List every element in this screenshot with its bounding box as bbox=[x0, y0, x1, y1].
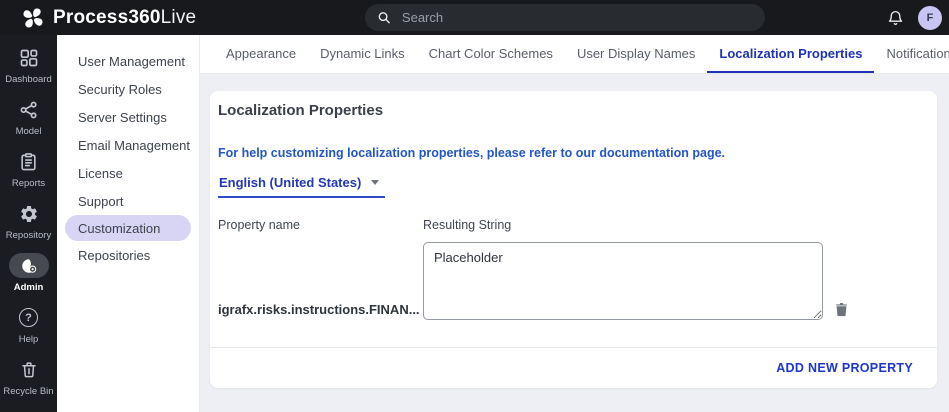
language-selector[interactable]: English (United States) bbox=[218, 175, 385, 198]
add-new-property-button[interactable]: ADD NEW PROPERTY bbox=[776, 361, 913, 375]
dashboard-icon bbox=[19, 48, 39, 68]
brand-name: Process360Live bbox=[53, 7, 196, 29]
sidebar-item-label: Help bbox=[19, 334, 39, 345]
submenu-item-customization[interactable]: Customization bbox=[65, 215, 191, 241]
sidebar-item-admin[interactable]: Admin bbox=[0, 253, 57, 293]
tab-appearance[interactable]: Appearance bbox=[214, 35, 308, 73]
search-icon bbox=[377, 10, 391, 25]
sidebar-item-dashboard[interactable]: Dashboard bbox=[0, 45, 57, 85]
page-title: Localization Properties bbox=[218, 102, 917, 119]
trash-icon bbox=[835, 302, 848, 317]
language-selector-value: English (United States) bbox=[219, 175, 361, 190]
submenu-item-repositories[interactable]: Repositories bbox=[57, 241, 199, 269]
admin-submenu: User Management Security Roles Server Se… bbox=[57, 35, 200, 412]
documentation-help-link[interactable]: For help customizing localization proper… bbox=[218, 146, 917, 160]
localization-properties-card: Localization Properties For help customi… bbox=[210, 91, 937, 388]
delete-property-button[interactable] bbox=[835, 302, 848, 317]
reports-icon bbox=[19, 152, 38, 172]
sidebar-item-label: Dashboard bbox=[5, 74, 51, 85]
submenu-item-support[interactable]: Support bbox=[57, 187, 199, 215]
sidebar-item-reports[interactable]: Reports bbox=[0, 149, 57, 189]
sidebar-item-label: Repository bbox=[6, 230, 51, 241]
brand-logo[interactable]: Process360Live bbox=[0, 5, 196, 31]
sidebar-item-label: Model bbox=[16, 126, 42, 137]
tab-chart-color-schemes[interactable]: Chart Color Schemes bbox=[417, 35, 565, 73]
column-header-property-name: Property name bbox=[218, 218, 423, 232]
property-row: igrafx.risks.instructions.FINAN... Place… bbox=[218, 242, 917, 320]
tab-notifications[interactable]: Notifications bbox=[874, 35, 949, 73]
sidebar-item-model[interactable]: Model bbox=[0, 97, 57, 137]
sidebar-item-label: Admin bbox=[14, 282, 44, 293]
sidebar-item-repository[interactable]: Repository bbox=[0, 201, 57, 241]
tab-user-display-names[interactable]: User Display Names bbox=[565, 35, 707, 73]
admin-icon bbox=[20, 257, 38, 275]
submenu-item-security-roles[interactable]: Security Roles bbox=[57, 75, 199, 103]
card-footer: ADD NEW PROPERTY bbox=[210, 347, 937, 388]
user-avatar[interactable]: F bbox=[918, 6, 942, 30]
resulting-string-textarea[interactable]: Placeholder bbox=[423, 242, 823, 320]
property-table-header: Property name Resulting String bbox=[218, 218, 917, 232]
app-window: Process360Live F bbox=[0, 0, 949, 412]
tab-dynamic-links[interactable]: Dynamic Links bbox=[308, 35, 417, 73]
sidebar-item-recycle-bin[interactable]: Recycle Bin bbox=[0, 357, 57, 397]
notification-bell-icon[interactable] bbox=[887, 9, 904, 27]
submenu-item-email-management[interactable]: Email Management bbox=[57, 131, 199, 159]
primary-sidebar: Dashboard Model bbox=[0, 35, 57, 412]
topbar-actions: F bbox=[887, 6, 949, 30]
property-name-label: igrafx.risks.instructions.FINAN... bbox=[218, 302, 423, 320]
process360-logo-icon bbox=[20, 5, 46, 31]
column-header-resulting-string: Resulting String bbox=[423, 218, 511, 232]
main-content: Appearance Dynamic Links Chart Color Sch… bbox=[200, 35, 949, 412]
brand-name-light: Live bbox=[161, 7, 197, 28]
global-search[interactable] bbox=[365, 4, 765, 31]
customization-tabs: Appearance Dynamic Links Chart Color Sch… bbox=[200, 35, 949, 74]
submenu-item-user-management[interactable]: User Management bbox=[57, 47, 199, 75]
model-icon bbox=[19, 100, 39, 120]
search-input[interactable] bbox=[400, 9, 753, 26]
recycle-bin-icon bbox=[20, 360, 38, 379]
brand-name-bold: Process360 bbox=[53, 7, 161, 28]
tab-localization-properties[interactable]: Localization Properties bbox=[707, 35, 874, 73]
submenu-item-server-settings[interactable]: Server Settings bbox=[57, 103, 199, 131]
top-bar: Process360Live F bbox=[0, 0, 949, 35]
submenu-item-license[interactable]: License bbox=[57, 159, 199, 187]
sidebar-item-label: Recycle Bin bbox=[3, 386, 53, 397]
chevron-down-icon bbox=[371, 180, 379, 185]
sidebar-item-help[interactable]: ? Help bbox=[0, 305, 57, 345]
help-icon: ? bbox=[19, 308, 38, 327]
sidebar-item-label: Reports bbox=[12, 178, 45, 189]
repository-gear-icon bbox=[19, 204, 39, 224]
